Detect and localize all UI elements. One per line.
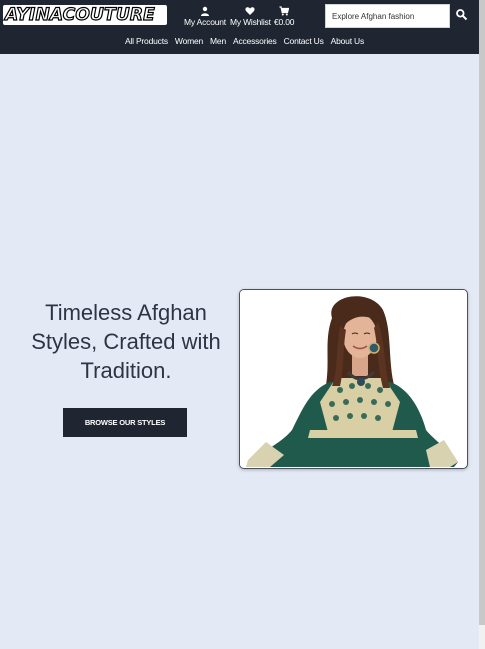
search-icon[interactable] (455, 8, 468, 21)
scroll-down-arrow[interactable] (479, 641, 485, 649)
nav-contact-us[interactable]: Contact Us (280, 36, 327, 46)
search-input[interactable] (325, 4, 450, 28)
nav-men[interactable]: Men (207, 36, 230, 46)
my-account-link[interactable]: My Account (184, 6, 226, 27)
hero-title-line-2: Styles, Crafted with (31, 329, 221, 354)
model-in-afghan-dress-image (240, 290, 466, 467)
scrollbar-thumb[interactable] (479, 0, 485, 625)
cart-total: €0.00 (274, 17, 295, 27)
nav-about-us[interactable]: About Us (327, 36, 367, 46)
page: AYINACOUTURE My Account My Wishlist €0.0… (0, 0, 479, 649)
site-header: AYINACOUTURE My Account My Wishlist €0.0… (0, 0, 479, 54)
hero-title-line-3: Tradition. (80, 358, 172, 383)
hero-title-line-1: Timeless Afghan (45, 300, 207, 325)
site-logo[interactable]: AYINACOUTURE (3, 4, 167, 26)
main-nav: All Products Women Men Accessories Conta… (0, 36, 479, 46)
my-wishlist-label: My Wishlist (230, 17, 271, 27)
hero-image (239, 289, 468, 469)
browse-styles-button[interactable]: BROWSE OUR STYLES (63, 408, 187, 437)
nav-accessories[interactable]: Accessories (229, 36, 280, 46)
cart-icon (279, 6, 290, 16)
my-wishlist-link[interactable]: My Wishlist (230, 6, 271, 27)
heart-icon (245, 7, 255, 15)
cart-link[interactable]: €0.00 (274, 6, 294, 27)
nav-women[interactable]: Women (171, 36, 206, 46)
hero-title: Timeless Afghan Styles, Crafted with Tra… (12, 298, 240, 385)
user-icon (200, 6, 209, 16)
my-account-label: My Account (184, 17, 226, 27)
nav-all-products[interactable]: All Products (121, 36, 171, 46)
